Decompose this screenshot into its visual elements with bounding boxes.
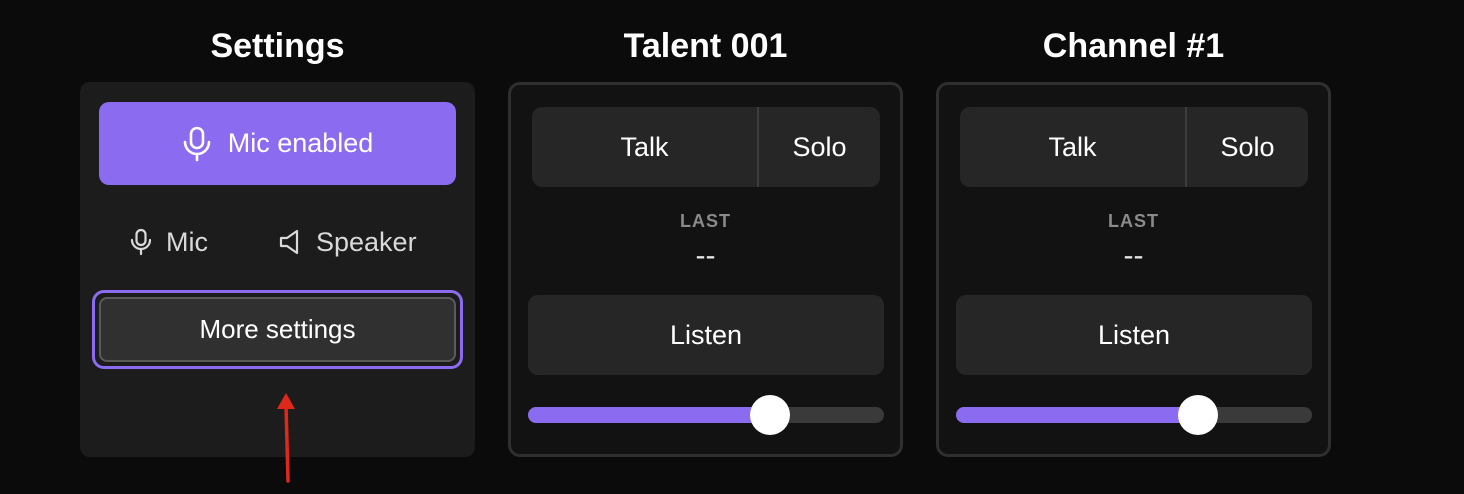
channel-title: Talent 001 xyxy=(623,27,788,65)
channel-title: Channel #1 xyxy=(1042,27,1225,65)
more-settings-button[interactable]: More settings xyxy=(99,297,456,362)
mic-enabled-button[interactable]: Mic enabled xyxy=(99,102,456,185)
mic-enabled-label: Mic enabled xyxy=(227,128,374,158)
speaker-device-button[interactable]: Speaker xyxy=(278,220,417,264)
mic-device-label: Mic xyxy=(166,226,208,257)
volume-slider-thumb[interactable] xyxy=(750,395,791,435)
talk-button[interactable]: Talk xyxy=(960,107,1187,187)
microphone-icon xyxy=(182,126,212,162)
volume-slider[interactable] xyxy=(956,395,1312,435)
speaker-icon xyxy=(278,228,302,256)
last-value: -- xyxy=(1123,239,1144,272)
talk-button[interactable]: Talk xyxy=(532,107,759,187)
solo-button[interactable]: Solo xyxy=(1187,107,1308,187)
volume-slider-thumb[interactable] xyxy=(1178,395,1219,435)
channel-panel: Talk Solo LAST -- Listen xyxy=(508,82,903,457)
last-label: LAST xyxy=(1108,211,1159,231)
listen-button[interactable]: Listen xyxy=(528,295,884,375)
volume-slider-fill xyxy=(528,407,771,423)
volume-slider-fill xyxy=(956,407,1199,423)
io-row: Mic Speaker xyxy=(80,220,475,264)
microphone-icon xyxy=(130,228,152,256)
talk-solo-segment: Talk Solo xyxy=(532,107,880,187)
speaker-device-label: Speaker xyxy=(316,226,417,257)
last-label: LAST xyxy=(680,211,731,231)
mic-device-button[interactable]: Mic xyxy=(130,220,208,264)
more-settings-focus-ring: More settings xyxy=(92,290,463,369)
volume-slider[interactable] xyxy=(528,395,884,435)
talk-solo-segment: Talk Solo xyxy=(960,107,1308,187)
solo-button[interactable]: Solo xyxy=(759,107,880,187)
listen-button[interactable]: Listen xyxy=(956,295,1312,375)
channel-panel: Talk Solo LAST -- Listen xyxy=(936,82,1331,457)
annotation-arrow-icon xyxy=(277,393,295,483)
last-value: -- xyxy=(695,239,716,272)
app-stage: Settings Mic enabled Mic Speaker More se… xyxy=(0,0,1464,494)
settings-title: Settings xyxy=(210,27,345,65)
